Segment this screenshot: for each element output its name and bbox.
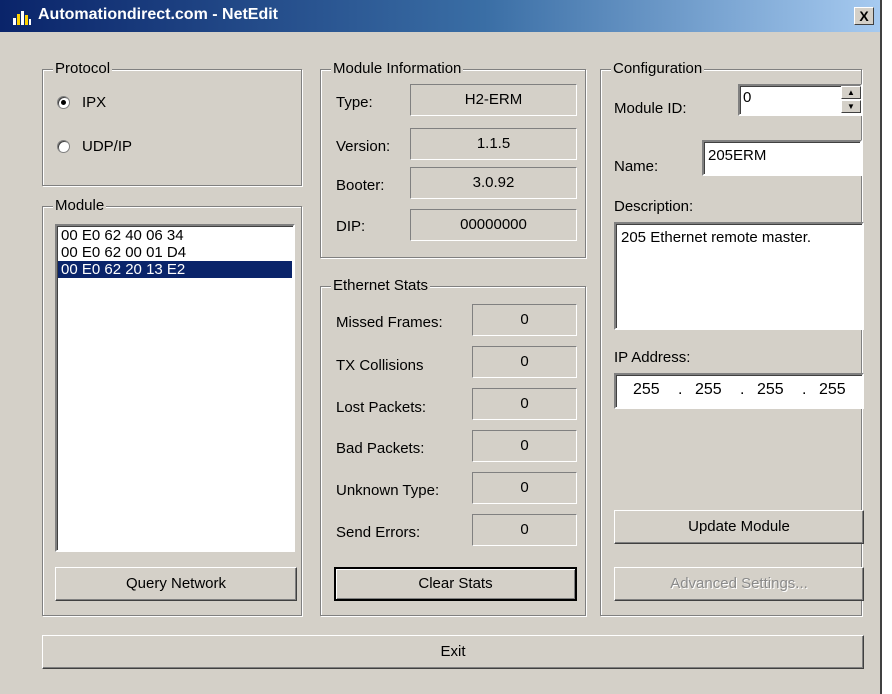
description-value: 205 Ethernet remote master. <box>621 229 812 246</box>
close-icon: X <box>859 8 869 24</box>
title-bar[interactable]: Automationdirect.com - NetEdit X <box>0 0 880 32</box>
spin-down-button[interactable]: ▼ <box>841 100 861 113</box>
booter-label: Booter: <box>336 177 385 194</box>
stat-label: Lost Packets: <box>336 399 427 416</box>
ip-octet-1[interactable]: 255 <box>633 375 660 405</box>
ethernet-stats-label: Ethernet Stats <box>331 277 431 295</box>
stat-label: Missed Frames: <box>336 314 443 331</box>
radio-selected-dot <box>61 100 66 105</box>
name-value: 205ERM <box>708 147 767 164</box>
stat-label: TX Collisions <box>336 357 424 374</box>
stat-label: Bad Packets: <box>336 440 425 457</box>
description-label: Description: <box>614 198 694 215</box>
clear-stats-button[interactable]: Clear Stats <box>334 567 577 601</box>
exit-button[interactable]: Exit <box>42 635 864 669</box>
ip-separator: . <box>802 381 807 398</box>
radio-ipx-label[interactable]: IPX <box>82 94 106 112</box>
module-information-label: Module Information <box>331 60 464 78</box>
ip-address-input[interactable]: 255 . 255 . 255 . 255 <box>614 373 864 409</box>
arrow-up-icon: ▲ <box>847 88 855 97</box>
protocol-group: Protocol <box>42 60 302 186</box>
dip-label: DIP: <box>336 218 366 235</box>
spin-up-button[interactable]: ▲ <box>841 86 861 99</box>
ip-separator: . <box>740 381 745 398</box>
stat-value: 0 <box>472 388 577 420</box>
list-item[interactable]: 00 E0 62 40 06 34 <box>58 227 292 244</box>
name-label: Name: <box>614 158 659 175</box>
advanced-settings-button[interactable]: Advanced Settings... <box>614 567 864 601</box>
protocol-group-label: Protocol <box>53 60 113 78</box>
type-value: H2-ERM <box>410 84 577 116</box>
module-id-label: Module ID: <box>614 100 687 117</box>
query-network-button[interactable]: Query Network <box>55 567 297 601</box>
radio-udpip-label[interactable]: UDP/IP <box>82 138 132 156</box>
type-label: Type: <box>336 94 373 111</box>
ip-octet-3[interactable]: 255 <box>757 375 784 405</box>
stat-label: Send Errors: <box>336 524 421 541</box>
netedit-window: Automationdirect.com - NetEdit X Protoco… <box>0 0 882 694</box>
list-item-selected[interactable]: 00 E0 62 20 13 E2 <box>58 261 292 278</box>
description-textarea[interactable]: 205 Ethernet remote master. <box>614 222 864 330</box>
window-title: Automationdirect.com - NetEdit <box>38 6 279 23</box>
stat-value: 0 <box>472 346 577 378</box>
name-input[interactable]: 205ERM <box>702 140 862 176</box>
version-value: 1.1.5 <box>410 128 577 160</box>
radio-udpip[interactable] <box>57 140 70 153</box>
update-module-button[interactable]: Update Module <box>614 510 864 544</box>
radio-ipx[interactable] <box>57 96 70 109</box>
stat-value: 0 <box>472 430 577 462</box>
close-button[interactable]: X <box>854 7 874 25</box>
stat-value: 0 <box>472 304 577 336</box>
stat-value: 0 <box>472 472 577 504</box>
stat-value: 0 <box>472 514 577 546</box>
app-icon <box>13 11 31 25</box>
ip-address-label: IP Address: <box>614 349 691 366</box>
configuration-group-label: Configuration <box>611 60 705 78</box>
booter-value: 3.0.92 <box>410 167 577 199</box>
ip-octet-2[interactable]: 255 <box>695 375 722 405</box>
stat-label: Unknown Type: <box>336 482 440 499</box>
ip-octet-4[interactable]: 255 <box>819 375 846 405</box>
module-list[interactable]: 00 E0 62 40 06 34 00 E0 62 00 01 D4 00 E… <box>55 224 295 552</box>
arrow-down-icon: ▼ <box>847 102 855 111</box>
module-id-value: 0 <box>743 89 752 106</box>
version-label: Version: <box>336 138 391 155</box>
ip-separator: . <box>678 381 683 398</box>
dip-value: 00000000 <box>410 209 577 241</box>
list-item[interactable]: 00 E0 62 00 01 D4 <box>58 244 292 261</box>
module-group-label: Module <box>53 197 107 215</box>
